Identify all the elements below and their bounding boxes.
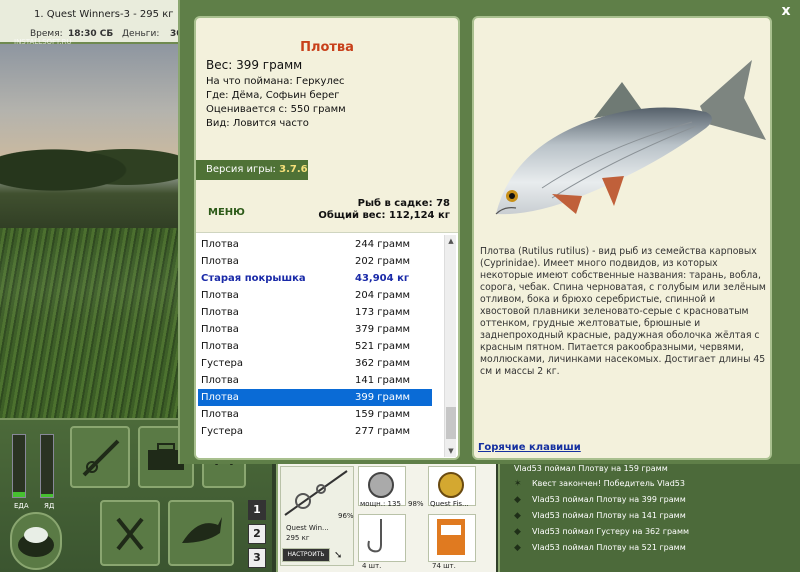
food-meter-fill [13,492,25,497]
list-item[interactable]: Плотва 173 грамм [198,304,432,321]
hook-icon [367,519,382,553]
fishing-line-spool-icon [438,472,464,498]
fish-info-card: Плотва Вес: 399 грамм На что поймана: Ге… [194,16,460,460]
food-slot[interactable] [100,500,160,566]
rod-percent: 96% [338,512,354,520]
list-item[interactable]: Густера 362 грамм [198,355,432,372]
list-item[interactable]: Густера 277 грамм [198,423,432,440]
list-item[interactable]: Плотва 379 грамм [198,321,432,338]
line-name: Quest Fis... [430,500,469,508]
event-log: Vlad53 поймал Плотву на 159 грамм ✶ Квест… [498,464,800,572]
list-item[interactable]: Плотва 521 грамм [198,338,432,355]
list-item[interactable]: Плотва 159 грамм [198,406,432,423]
rod-slot[interactable] [70,426,130,488]
fork-knife-icon [116,517,144,551]
fish-cage-dialog: x Плотва Вес: 399 грамм На что поймана: … [178,0,800,464]
rod-equipment-bar: Quest Win... 295 кг 96% НАСТРОИТЬ ➘ мощн… [276,464,496,572]
catch-list-scrollbar[interactable]: ▲ ▼ [444,235,456,457]
hotkeys-link[interactable]: Горячие клавиши [478,442,581,453]
bait-cell[interactable] [428,514,476,562]
list-item-selected[interactable]: Плотва 399 грамм [198,389,432,406]
fish-name-title: Плотва [300,40,354,55]
log-line: ◆ Vlad53 поймал Густеру на 362 грамм [514,524,689,540]
fish-weight: Вес: 399 грамм [206,58,303,72]
reel-percent: 98% [408,500,424,508]
poison-meter-label: ЯД [44,502,55,510]
rod-name: Quest Win... [286,524,329,532]
fish-icon: ◆ [514,543,521,553]
catch-list[interactable]: Плотва 244 грамм Плотва 202 грамм Старая п… [196,232,458,458]
food-meter-label: ЕДА [14,502,29,510]
grass-shore [0,228,180,418]
fishing-rod-icon [82,439,120,477]
rod-tab-2[interactable]: 2 [248,524,266,544]
food-meter [12,434,26,498]
cage-slot[interactable] [168,500,234,566]
hook-cell[interactable] [358,514,406,562]
cauldron-icon [18,527,54,557]
fish-kind: Вид: Ловится часто [206,118,309,129]
scroll-up-icon[interactable]: ▲ [445,235,457,247]
list-item[interactable]: Плотва 204 грамм [198,287,432,304]
rod-tab-1[interactable]: 1 [248,500,266,520]
version-label: Версия игры: [206,164,276,175]
caught-on: На что поймана: Геркулес [206,76,345,87]
lake-scene[interactable] [0,44,180,418]
log-line: ◆ Vlad53 поймал Плотву на 521 грамм [514,540,686,556]
quest-title: 1. Quest Winners-3 - 295 кг [34,9,174,20]
valued-from: Оценивается с: 550 грамм [206,104,346,115]
poison-meter [40,434,54,498]
reel-power: мощн.: 135 [360,500,401,508]
fish-icon: ◆ [514,511,521,521]
tree-line [0,134,180,194]
rod-tab-3[interactable]: 3 [248,548,266,568]
close-button[interactable]: x [778,3,794,19]
roach-fish-image [495,60,766,215]
total-weight: Общий вес: 112,124 кг [318,210,450,221]
rod-weight: 295 кг [286,534,310,542]
log-line: ◆ Vlad53 поймал Плотву на 141 грамм [514,508,686,524]
reel-icon [368,472,394,498]
log-line-top: Vlad53 поймал Плотву на 159 грамм [514,464,668,473]
game-status-bar: 1. Quest Winners-3 - 295 кг Время: 18:30… [0,0,200,46]
log-line: ◆ Vlad53 поймал Плотву на 399 грамм [514,492,686,508]
menu-button[interactable]: МЕНЮ [208,207,245,218]
poison-meter-fill [41,493,53,497]
list-item[interactable]: Старая покрышка 43,904 кг [198,270,432,287]
list-item[interactable]: Плотва 202 грамм [198,253,432,270]
hook-count: 4 шт. [362,562,382,570]
bait-pot-slot[interactable] [10,512,62,570]
fish-icon: ◆ [514,527,521,537]
version-badge: Версия игры: 3.7.6 [196,160,308,180]
fish-icon [182,517,222,543]
star-icon: ✶ [514,479,522,489]
fish-description-card: Плотва (Rutilus rutilus) - вид рыб из се… [472,16,772,460]
setup-button[interactable]: НАСТРОИТЬ [282,548,330,562]
arrow-icon: ➘ [334,550,343,561]
scroll-down-icon[interactable]: ▼ [445,445,457,457]
log-line: ✶ Квест закончен! Победитель Vlad53 [514,476,685,492]
cage-count: Рыб в садке: 78 [357,198,450,209]
catch-location: Где: Дёма, Софьин берег [206,90,340,101]
fish-icon: ◆ [514,495,521,505]
list-item[interactable]: Плотва 244 грамм [198,236,432,253]
bait-pack-icon [437,519,465,555]
version-value: 3.7.6 [279,164,308,175]
bait-count: 74 шт. [432,562,456,570]
fish-description-text: Плотва (Rutilus rutilus) - вид рыб из се… [480,246,766,377]
scroll-thumb[interactable] [446,407,456,439]
list-item[interactable]: Плотва 141 грамм [198,372,432,389]
